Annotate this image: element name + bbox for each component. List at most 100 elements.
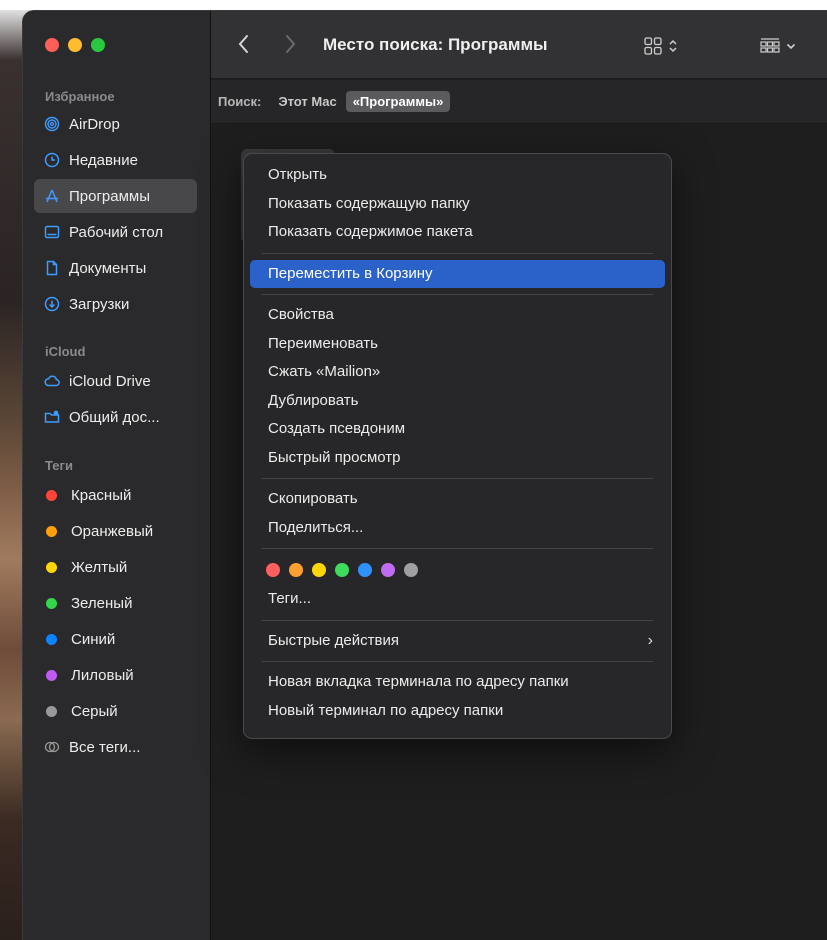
menu-item-rename[interactable]: Переименовать [250, 330, 665, 359]
sidebar-item-label: Документы [69, 259, 147, 277]
sidebar-item-label: iCloud Drive [69, 372, 151, 390]
favorites-header: Избранное [45, 89, 115, 104]
menu-item-label: Быстрые действия [268, 631, 399, 649]
menu-item-copy[interactable]: Скопировать [250, 485, 665, 514]
menu-separator [262, 661, 653, 662]
toolbar: Место поиска: Программы [211, 11, 827, 79]
view-mode-button[interactable] [643, 36, 693, 56]
sidebar-item-desktop[interactable]: Рабочий стол [34, 215, 197, 249]
sidebar-item-label: Красный [71, 486, 132, 504]
icloud-header: iCloud [45, 344, 86, 359]
tag-orange-dot-icon [46, 525, 57, 537]
sidebar-item-icloud-drive[interactable]: iCloud Drive [34, 364, 197, 398]
sidebar-item-label: Желтый [71, 558, 128, 576]
back-button[interactable] [235, 33, 253, 55]
sidebar-item-label: Синий [71, 630, 116, 648]
sidebar-item-label: Зеленый [71, 594, 133, 612]
minimize-button[interactable] [68, 38, 82, 52]
tag-color-orange-icon[interactable] [289, 563, 303, 577]
scope-label: Поиск: [218, 94, 262, 109]
menu-item-compress[interactable]: Сжать «Mailion» [250, 358, 665, 387]
menu-item-show-enclosing-folder[interactable]: Показать содержащую папку [250, 190, 665, 219]
desktop-icon [44, 224, 60, 240]
sidebar-item-airdrop[interactable]: AirDrop [34, 107, 197, 141]
window-title: Место поиска: Программы [323, 35, 548, 54]
download-icon [44, 296, 60, 312]
desktop-top [0, 0, 827, 10]
context-menu: Открыть Показать содержащую папку Показа… [243, 153, 672, 739]
applications-icon [44, 188, 60, 204]
sidebar-tag-red[interactable]: Красный [34, 478, 197, 512]
sidebar-item-label: Общий дос... [69, 408, 160, 426]
menu-item-open[interactable]: Открыть [250, 161, 665, 190]
menu-separator [262, 548, 653, 549]
sidebar-tag-purple[interactable]: Лиловый [34, 658, 197, 692]
scope-current-folder[interactable]: «Программы» [345, 91, 451, 112]
menu-tag-colors [244, 555, 671, 585]
clock-icon [44, 152, 60, 168]
sidebar-item-label: Лиловый [71, 666, 134, 684]
menu-item-share[interactable]: Поделиться... [250, 514, 665, 543]
menu-item-tags[interactable]: Теги... [250, 585, 665, 614]
menu-item-make-alias[interactable]: Создать псевдоним [250, 415, 665, 444]
sidebar-item-applications[interactable]: Программы [34, 179, 197, 213]
scope-this-mac[interactable]: Этот Mac [278, 94, 336, 109]
chevron-right-icon: › [647, 631, 653, 649]
sidebar-item-downloads[interactable]: Загрузки [34, 287, 197, 321]
icon-view-grid-icon [644, 37, 662, 55]
tag-green-dot-icon [46, 597, 57, 609]
menu-item-move-to-trash[interactable]: Переместить в Корзину [250, 259, 665, 288]
sidebar-item-label: Загрузки [69, 295, 130, 313]
tag-gray-dot-icon [46, 705, 57, 717]
document-icon [44, 260, 60, 276]
forward-button[interactable] [281, 33, 299, 55]
tags-header: Теги [45, 458, 73, 473]
chevron-left-icon [238, 35, 248, 53]
zoom-button[interactable] [91, 38, 105, 52]
all-tags-icon [44, 739, 60, 755]
menu-item-quick-look[interactable]: Быстрый просмотр [250, 444, 665, 473]
menu-item-new-terminal-tab[interactable]: Новая вкладка терминала по адресу папки [250, 668, 665, 697]
sidebar-item-recents[interactable]: Недавние [34, 143, 197, 177]
search-scope-bar: Поиск: Этот Mac «Программы» [211, 80, 827, 124]
menu-item-quick-actions[interactable]: Быстрые действия › [250, 627, 665, 656]
chevron-down-icon [786, 43, 796, 50]
sidebar-item-label: Оранжевый [71, 522, 154, 540]
menu-item-new-terminal[interactable]: Новый терминал по адресу папки [250, 697, 665, 726]
menu-separator [262, 619, 653, 621]
menu-item-show-package-contents[interactable]: Показать содержимое пакета [250, 218, 665, 247]
tag-color-gray-icon[interactable] [404, 563, 418, 577]
menu-item-duplicate[interactable]: Дублировать [250, 387, 665, 416]
shared-folder-icon [44, 409, 60, 425]
tag-blue-dot-icon [46, 633, 57, 645]
sidebar-tag-green[interactable]: Зеленый [34, 586, 197, 620]
window-controls [45, 38, 105, 52]
tag-color-red-icon[interactable] [266, 563, 280, 577]
sidebar-item-label: Программы [69, 187, 151, 205]
sidebar-item-shared[interactable]: Общий дос... [34, 400, 197, 434]
sidebar-tag-orange[interactable]: Оранжевый [34, 514, 197, 548]
sidebar-all-tags[interactable]: Все теги... [34, 730, 197, 764]
tag-color-blue-icon[interactable] [358, 563, 372, 577]
menu-item-get-info[interactable]: Свойства [250, 301, 665, 330]
sidebar-item-label: AirDrop [69, 115, 120, 133]
menu-separator [262, 252, 653, 254]
sidebar: Избранное AirDrop Недавние Программы Раб… [23, 11, 211, 940]
group-grid-icon [760, 38, 780, 53]
sidebar-tag-blue[interactable]: Синий [34, 622, 197, 656]
sidebar-item-documents[interactable]: Документы [34, 251, 197, 285]
sidebar-item-label: Серый [71, 702, 118, 720]
close-button[interactable] [45, 38, 59, 52]
tag-purple-dot-icon [46, 669, 57, 681]
tag-color-yellow-icon[interactable] [312, 563, 326, 577]
group-by-button[interactable] [759, 36, 809, 56]
sidebar-item-label: Рабочий стол [69, 223, 164, 241]
up-down-chevron-icon [669, 39, 677, 53]
sidebar-tag-yellow[interactable]: Желтый [34, 550, 197, 584]
cloud-icon [44, 373, 60, 389]
sidebar-tag-gray[interactable]: Серый [34, 694, 197, 728]
tag-color-green-icon[interactable] [335, 563, 349, 577]
tag-red-dot-icon [46, 489, 57, 501]
tag-yellow-dot-icon [46, 561, 57, 573]
tag-color-purple-icon[interactable] [381, 563, 395, 577]
